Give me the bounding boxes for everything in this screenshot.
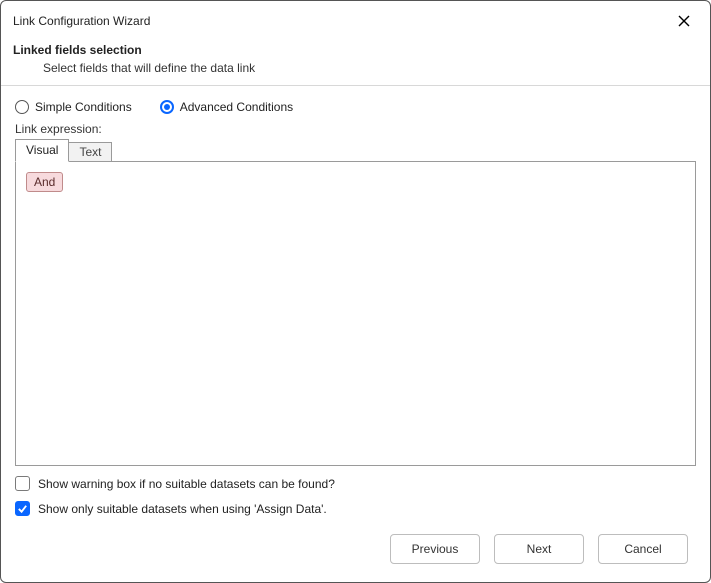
close-icon: [678, 15, 690, 27]
condition-mode-group: Simple Conditions Advanced Conditions: [15, 100, 696, 114]
wizard-header: Linked fields selection Select fields th…: [1, 37, 710, 85]
tab-visual[interactable]: Visual: [15, 139, 69, 162]
suitable-checkbox[interactable]: [15, 501, 30, 516]
page-heading: Linked fields selection: [13, 43, 698, 57]
close-button[interactable]: [668, 9, 700, 33]
content-area: Simple Conditions Advanced Conditions Li…: [1, 86, 710, 516]
root-operator-chip[interactable]: And: [26, 172, 63, 192]
previous-button[interactable]: Previous: [390, 534, 480, 564]
window-title: Link Configuration Wizard: [13, 14, 668, 28]
suitable-checkbox-label: Show only suitable datasets when using '…: [38, 502, 327, 516]
simple-conditions-radio[interactable]: Simple Conditions: [15, 100, 132, 114]
simple-conditions-label: Simple Conditions: [35, 100, 132, 114]
page-subtitle: Select fields that will define the data …: [13, 57, 698, 75]
suitable-option-row: Show only suitable datasets when using '…: [15, 501, 696, 516]
radio-icon: [15, 100, 29, 114]
next-button[interactable]: Next: [494, 534, 584, 564]
titlebar: Link Configuration Wizard: [1, 1, 710, 37]
link-expression-label: Link expression:: [15, 122, 696, 136]
advanced-conditions-radio[interactable]: Advanced Conditions: [160, 100, 293, 114]
advanced-conditions-label: Advanced Conditions: [180, 100, 293, 114]
warning-option-row: Show warning box if no suitable datasets…: [15, 476, 696, 491]
warning-checkbox-label: Show warning box if no suitable datasets…: [38, 477, 335, 491]
radio-icon: [160, 100, 174, 114]
warning-checkbox[interactable]: [15, 476, 30, 491]
checkmark-icon: [17, 503, 28, 514]
expression-tabs: Visual Text: [15, 138, 696, 161]
link-configuration-wizard-dialog: Link Configuration Wizard Linked fields …: [0, 0, 711, 583]
wizard-footer: Previous Next Cancel: [1, 516, 710, 582]
tab-text[interactable]: Text: [68, 142, 112, 163]
cancel-button[interactable]: Cancel: [598, 534, 688, 564]
expression-editor[interactable]: And: [15, 161, 696, 466]
